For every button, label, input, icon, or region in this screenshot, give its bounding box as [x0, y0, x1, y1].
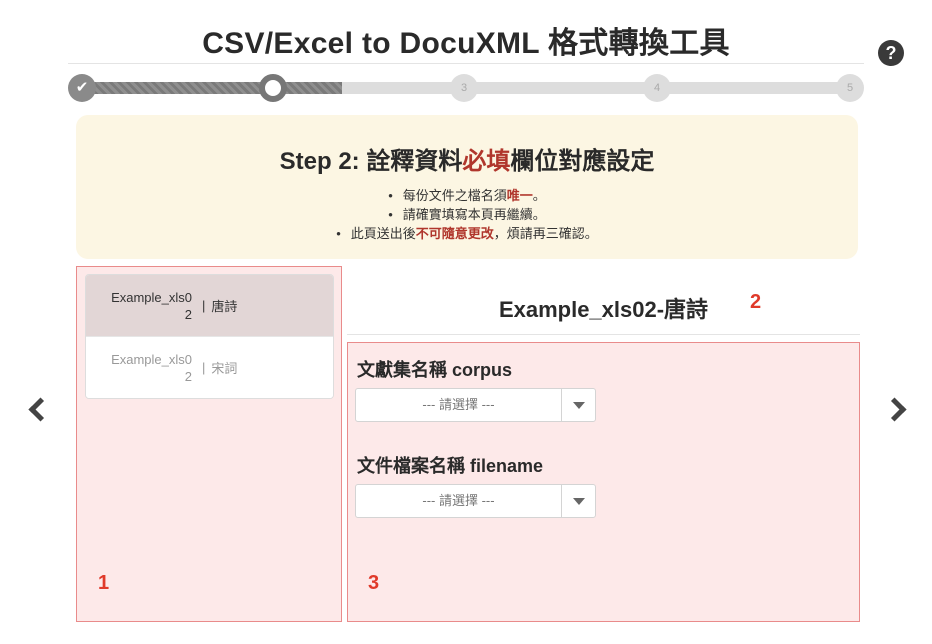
step-4-dot: 4 — [643, 74, 671, 102]
step-3-dot: 3 — [450, 74, 478, 102]
stepper-track-done — [82, 82, 342, 94]
notice-box: Step 2: 詮釋資料必填欄位對應設定 每份文件之檔名須唯一。 請確實填寫本頁… — [76, 115, 858, 259]
file-separator: | — [202, 298, 206, 313]
corpus-select-value: --- 請選擇 --- — [422, 397, 495, 412]
list-item[interactable]: Example_xls0 2 | 宋詞 — [86, 337, 333, 398]
file-name-line1: Example_xls0 — [111, 351, 192, 367]
annotation-marker-1: 1 — [98, 572, 110, 594]
annotation-marker-2: 2 — [750, 291, 762, 313]
title-divider — [68, 63, 864, 64]
sheet-title: Example_xls02-唐詩 — [498, 297, 709, 322]
page-title: CSV/Excel to DocuXML 格式轉換工具 — [202, 27, 730, 60]
chevron-left-icon[interactable] — [26, 396, 46, 422]
notice-list: 每份文件之檔名須唯一。 請確實填寫本頁再繼續。 此頁送出後不可隨意更改，煩請再三… — [76, 186, 858, 243]
notice-item2: 請確實填寫本頁再繼續。 — [402, 207, 546, 222]
corpus-label: 文獻集名稱 corpus — [357, 360, 513, 380]
chevron-right-icon[interactable] — [886, 396, 906, 422]
notice-item: 此頁送出後不可隨意更改，煩請再三確認。 — [76, 224, 858, 243]
step-1-dot: ✔ — [68, 74, 96, 102]
filename-select-value: --- 請選擇 --- — [422, 493, 495, 508]
file-name: Example_xls0 2 — [104, 289, 192, 323]
annotation-marker-3: 3 — [368, 572, 380, 594]
notice-item: 請確實填寫本頁再繼續。 — [76, 205, 858, 224]
notice-item3-suffix: ，煩請再三確認。 — [493, 226, 598, 241]
file-name-line2: 2 — [184, 306, 192, 322]
file-name: Example_xls0 2 — [104, 351, 192, 385]
sheet-name: 唐詩 — [211, 299, 238, 314]
sheet-list: Example_xls0 2 | 唐詩 Example_xls0 2 | 宋詞 — [85, 274, 334, 399]
corpus-select[interactable]: --- 請選擇 --- — [355, 388, 596, 422]
notice-item: 每份文件之檔名須唯一。 — [76, 186, 858, 205]
file-separator: | — [202, 360, 206, 375]
notice-item1-suffix: 。 — [532, 188, 546, 203]
notice-item1-prefix: 每份文件之檔名須 — [402, 188, 507, 203]
highlight-frame-fields — [347, 342, 860, 622]
chevron-down-icon[interactable] — [561, 389, 595, 421]
sheet-name: 宋詞 — [211, 361, 238, 376]
question-circle-icon[interactable]: ? — [878, 40, 904, 66]
filename-label: 文件檔案名稱 filename — [357, 456, 544, 476]
notice-title-suffix: 欄位對應設定 — [510, 148, 655, 175]
list-item[interactable]: Example_xls0 2 | 唐詩 — [86, 275, 333, 337]
filename-select[interactable]: --- 請選擇 --- — [355, 484, 596, 518]
progress-stepper: ✔ 3 4 5 — [68, 74, 864, 102]
sheet-title-divider — [347, 334, 860, 335]
step-2-dot — [259, 74, 287, 102]
notice-title-prefix: Step 2: 詮釋資料 — [279, 148, 463, 175]
step-5-dot: 5 — [836, 74, 864, 102]
file-name-line2: 2 — [184, 368, 192, 384]
chevron-down-icon[interactable] — [561, 485, 595, 517]
notice-item3-prefix: 此頁送出後 — [350, 226, 416, 241]
notice-item1-emph: 唯一 — [506, 188, 533, 203]
notice-title: Step 2: 詮釋資料必填欄位對應設定 — [76, 141, 858, 176]
file-name-line1: Example_xls0 — [111, 289, 192, 305]
notice-title-emph: 必填 — [462, 148, 511, 175]
notice-item3-emph: 不可隨意更改 — [415, 226, 494, 241]
